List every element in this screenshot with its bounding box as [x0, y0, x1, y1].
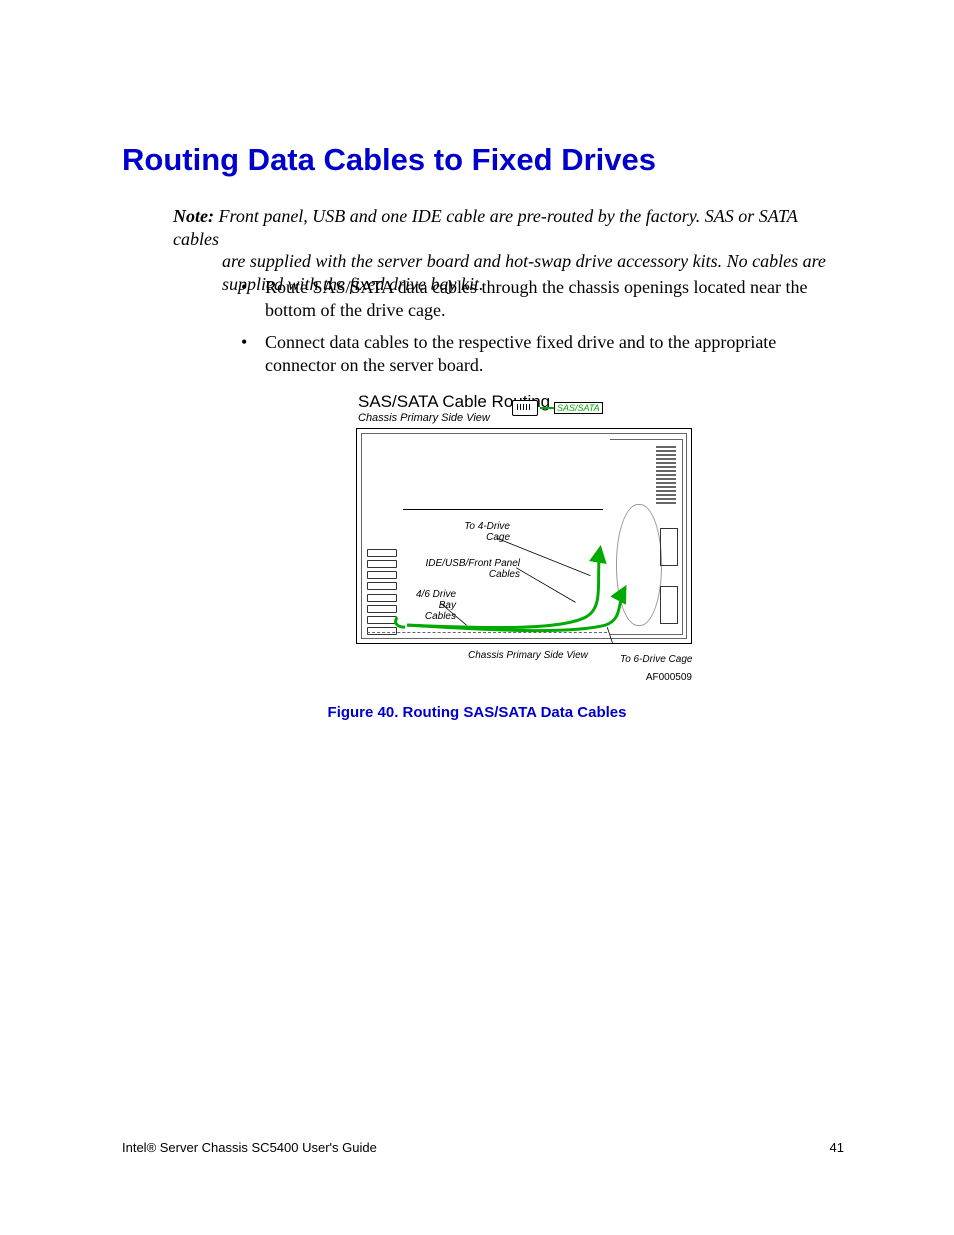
note-text-line2: are supplied with the server board and h…: [222, 251, 826, 271]
divider-line: [403, 509, 603, 510]
label-chassis-bottom: Chassis Primary Side View: [468, 650, 588, 661]
footer-title: Intel® Server Chassis SC5400 User's Guid…: [122, 1140, 377, 1155]
sas-sata-label: SAS/SATA: [554, 402, 603, 414]
figure-diagram: SAS/SATA Cable Routing Chassis Primary S…: [352, 392, 700, 692]
cable-line-icon: [540, 407, 554, 409]
page-footer: Intel® Server Chassis SC5400 User's Guid…: [122, 1140, 844, 1155]
label-46-drive: 4/6 Drive Bay Cables: [406, 589, 456, 622]
label-ide-usb: IDE/USB/Front Panel Cables: [410, 558, 520, 580]
connector-icon: [512, 400, 538, 416]
instruction-list: Route SAS/SATA data cables through the c…: [241, 276, 846, 386]
figure-caption: Figure 40. Routing SAS/SATA Data Cables: [0, 704, 954, 721]
list-item: Route SAS/SATA data cables through the c…: [241, 276, 846, 321]
connector-legend: SAS/SATA: [512, 400, 603, 416]
list-item: Connect data cables to the respective fi…: [241, 331, 846, 376]
right-panel-icon: [610, 439, 683, 635]
label-to-4-drive: To 4-Drive Cage: [450, 521, 510, 543]
note-label: Note:: [173, 206, 214, 226]
page-number: 41: [830, 1140, 844, 1155]
drive-slots-icon: [367, 549, 397, 635]
note-text-line1: Front panel, USB and one IDE cable are p…: [173, 206, 797, 249]
figure-subtitle: Chassis Primary Side View: [358, 412, 490, 424]
label-to-6-drive: To 6-Drive Cage: [620, 654, 692, 665]
dashed-line: [367, 632, 607, 633]
figure-ref-number: AF000509: [646, 672, 692, 683]
section-heading: Routing Data Cables to Fixed Drives: [122, 142, 656, 178]
